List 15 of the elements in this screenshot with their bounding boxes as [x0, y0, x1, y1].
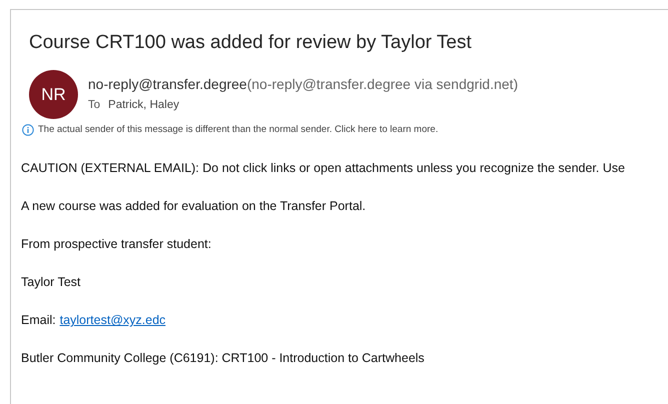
recipients: Patrick, Haley	[108, 98, 180, 114]
body-paragraph: Taylor Test	[21, 274, 82, 292]
sender-avatar: NR	[29, 70, 78, 119]
body-paragraph: Butler Community College (C6191): CRT100 - Introduction to Cartwheels	[21, 350, 426, 368]
body-paragraph: A new course was added for evaluation on the Transfer Portal.	[21, 198, 367, 216]
body-paragraph: CAUTION (EXTERNAL EMAIL): Do not click links or open attachments unless you recognize the sender. Use	[21, 160, 626, 178]
sender-notice[interactable]: The actual sender of this message is different than the normal sender. Click here to learn more.	[38, 123, 438, 138]
email-link[interactable]: taylortest@xyz.edc	[60, 312, 166, 330]
body-paragraph: From prospective transfer student:	[21, 236, 212, 254]
sender-address: no-reply@transfer.degree	[88, 75, 247, 94]
email-subject: Course CRT100 was added for review by Taylor Test	[29, 31, 472, 55]
info-icon	[22, 124, 34, 136]
sender-detail: (no-reply@transfer.degree via sendgrid.net)	[246, 75, 518, 94]
to-label: To	[88, 98, 100, 114]
email-label: Email:	[21, 312, 56, 330]
